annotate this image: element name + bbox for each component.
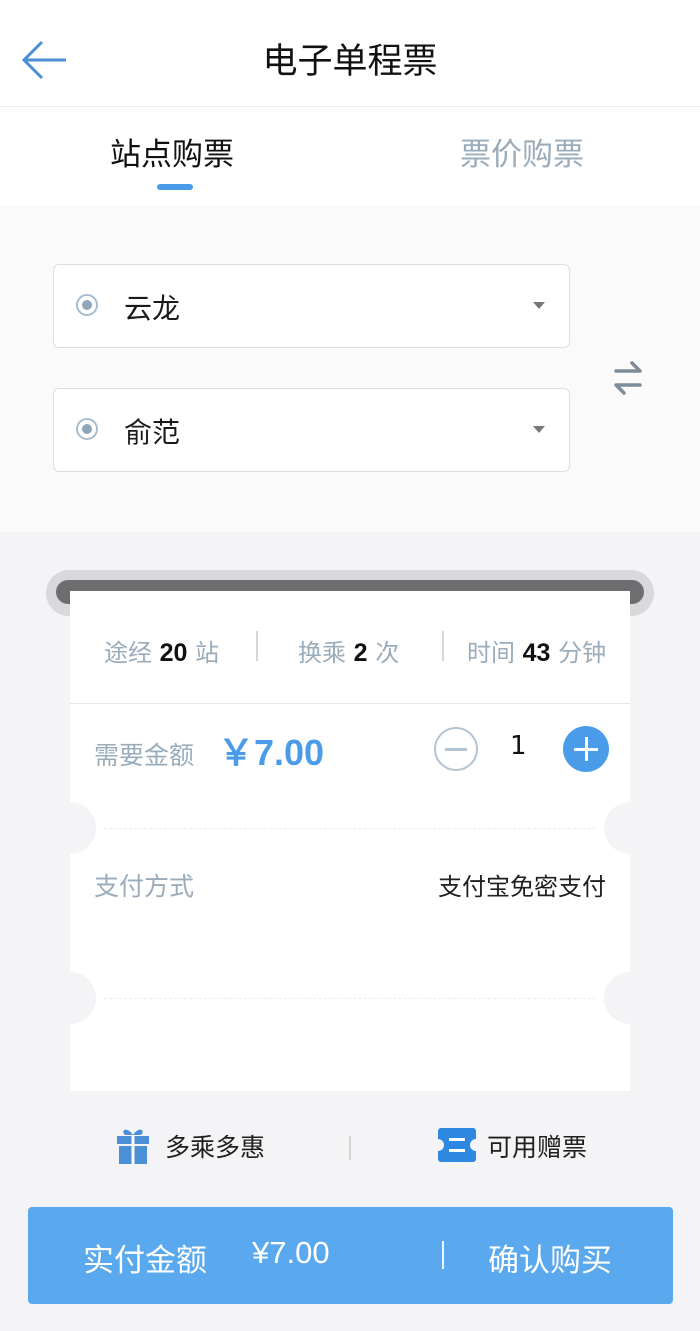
payment-method-label: 支付方式 — [94, 872, 195, 901]
dashed-divider — [104, 998, 596, 999]
active-tab-indicator — [157, 184, 193, 190]
ticket-card: 途经 20 站 换乘 2 次 时间 43 分钟 需要金额 ￥7.00 1 支付方… — [70, 591, 630, 1091]
ticket-icon — [438, 1128, 476, 1162]
confirm-purchase-button[interactable]: 确认购买 — [488, 1235, 612, 1280]
tab-fare-ticket[interactable]: 票价购票 — [460, 129, 584, 189]
tab-bar: 站点购票 票价购票 — [0, 107, 700, 205]
promo-label: 可用赠票 — [487, 1133, 588, 1162]
amount-label: 需要金额 — [94, 741, 195, 770]
to-station-name: 俞范 — [124, 416, 181, 449]
divider — [256, 631, 258, 661]
swap-arrows-icon — [614, 361, 642, 395]
actual-payment-label: 实付金额 — [83, 1243, 207, 1279]
route-stats: 途经 20 站 换乘 2 次 时间 43 分钟 — [70, 591, 630, 704]
from-station-select[interactable]: 云龙 — [53, 264, 570, 348]
tab-station-ticket[interactable]: 站点购票 — [110, 129, 234, 189]
to-station-select[interactable]: 俞范 — [53, 388, 570, 472]
transfers-stat: 换乘 2 次 — [298, 639, 400, 667]
amount-row: 需要金额 ￥7.00 1 — [70, 704, 630, 804]
caret-down-icon — [533, 302, 545, 309]
from-station-name: 云龙 — [124, 292, 181, 325]
actual-payment-amount: ¥7.00 — [252, 1235, 330, 1270]
divider — [442, 631, 444, 661]
payment-method-value[interactable]: 支付宝免密支付 — [438, 867, 606, 902]
dashed-divider — [104, 828, 596, 829]
ticket-notch — [604, 802, 630, 854]
ticket-notch — [70, 802, 96, 854]
increase-quantity-button[interactable] — [563, 726, 609, 772]
quantity-value: 1 — [510, 731, 527, 761]
time-stat: 时间 43 分钟 — [467, 639, 607, 667]
divider — [349, 1136, 351, 1160]
gift-icon — [117, 1129, 149, 1164]
ticket-notch — [604, 972, 630, 1024]
divider — [442, 1241, 444, 1269]
caret-down-icon — [533, 426, 545, 433]
station-dot-icon — [76, 294, 98, 316]
ticket-area: 途经 20 站 换乘 2 次 时间 43 分钟 需要金额 ￥7.00 1 支付方… — [0, 532, 700, 1331]
stops-stat: 途经 20 站 — [104, 639, 220, 667]
station-selector: 云龙 俞范 — [0, 205, 700, 532]
confirm-purchase-bar[interactable]: 实付金额 ¥7.00 确认购买 — [28, 1207, 673, 1304]
swap-stations-button[interactable] — [606, 355, 650, 401]
page-title: 电子单程票 — [262, 42, 438, 82]
promo-label: 多乘多惠 — [165, 1133, 266, 1162]
ticket-notch — [70, 972, 96, 1024]
station-dot-icon — [76, 418, 98, 440]
header: 电子单程票 — [0, 0, 700, 107]
decrease-quantity-button[interactable] — [434, 727, 478, 771]
amount-value: ￥7.00 — [218, 732, 325, 773]
